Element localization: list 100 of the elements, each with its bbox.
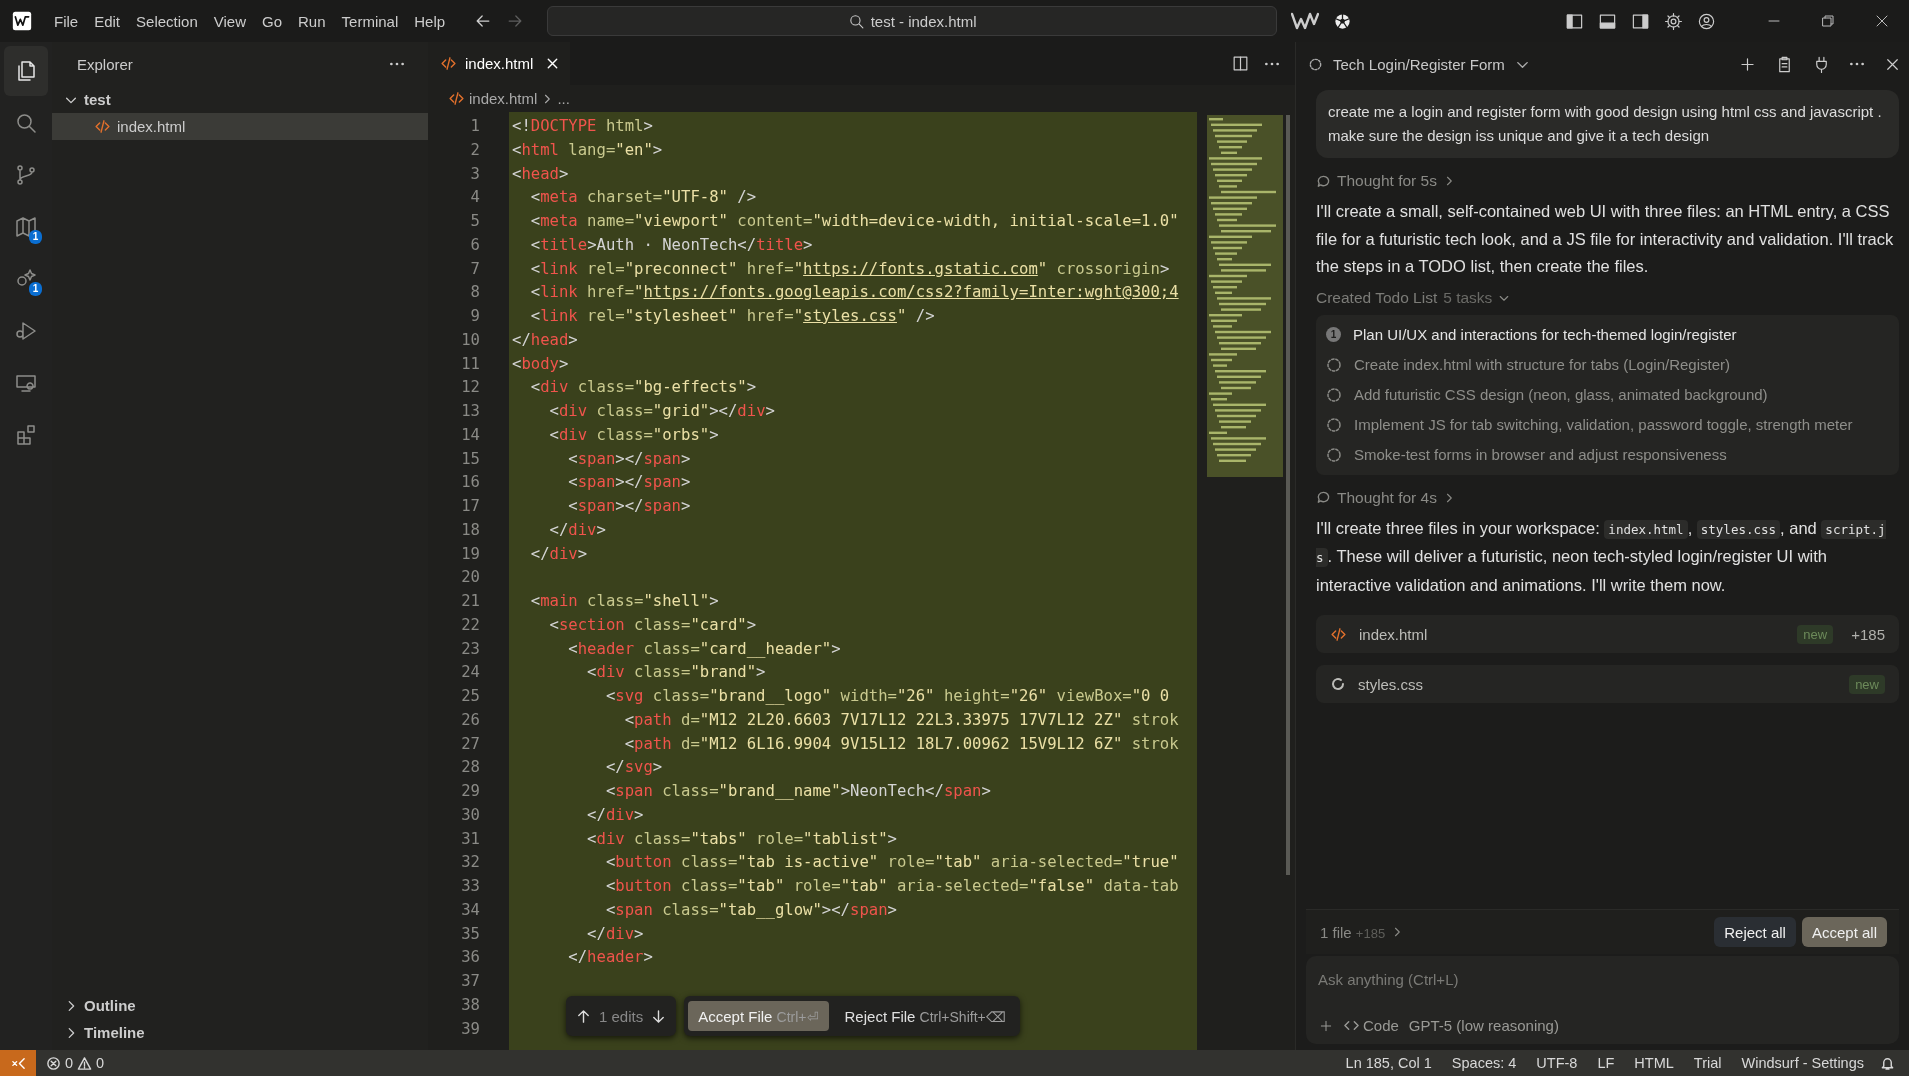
command-search-field[interactable]: test - index.html	[547, 6, 1278, 36]
tree-item[interactable]: index.html	[52, 113, 428, 140]
new-badge: new	[1797, 624, 1834, 644]
line-number: 7	[469, 258, 481, 280]
todo-list-toggle[interactable]: Created Todo List 5 tasks	[1316, 288, 1899, 307]
code-line: <svg class="brand__logo" width="26" height="26" viewBox="0 0	[604, 686, 1171, 707]
remote-icon	[10, 1055, 26, 1071]
menu-item[interactable]: Edit	[86, 8, 129, 34]
reject-all-button[interactable]: Reject all	[1714, 917, 1796, 947]
scrollbar-thumb[interactable]	[1286, 115, 1290, 875]
line-number: 17	[460, 496, 481, 517]
count-badge: 1	[29, 230, 42, 244]
activity-item[interactable]: 1	[4, 202, 48, 252]
account-icon[interactable]	[1697, 11, 1716, 31]
file-change-card[interactable]: index.html new +185	[1316, 615, 1899, 653]
line-number: 10	[460, 329, 481, 351]
conversation-title[interactable]: Tech Login/Register Form	[1333, 55, 1505, 73]
status-item[interactable]: LF	[1587, 1055, 1625, 1071]
line-number: 27	[460, 733, 481, 755]
code-line: </div>	[586, 923, 645, 945]
model-selector[interactable]: GPT-5 (low reasoning)	[1408, 1017, 1559, 1034]
code-line: <div class="orbs">	[548, 424, 720, 446]
bell-icon[interactable]	[1880, 1055, 1895, 1071]
edit-count: 1 edits	[599, 1007, 644, 1025]
split-editor-icon[interactable]	[1231, 54, 1250, 73]
close-icon[interactable]	[1874, 13, 1890, 29]
line-number: 4	[469, 187, 481, 209]
w-logo-icon[interactable]	[1291, 11, 1320, 31]
line-number: 1	[469, 116, 481, 137]
breadcrumb-item[interactable]: ...	[557, 90, 570, 107]
reject-file-button[interactable]: Reject File Ctrl+Shift+⌫	[834, 1001, 1016, 1031]
code-line: <span></span>	[567, 472, 692, 494]
code-icon	[1344, 1018, 1359, 1033]
line-number: 8	[469, 282, 481, 304]
todo-item: Add futuristic CSS design (neon, glass, animated background)	[1354, 384, 1768, 405]
problems-indicator[interactable]: 0 0	[36, 1055, 115, 1071]
editor-tab[interactable]: index.html	[428, 42, 571, 85]
status-item[interactable]: UTF-8	[1526, 1055, 1588, 1071]
thought-toggle[interactable]: Thought for 5s	[1316, 172, 1899, 190]
menu-item[interactable]: Selection	[128, 8, 206, 34]
down-arrow-icon[interactable]	[651, 1008, 667, 1024]
chat-input-box[interactable]: Ask anything (Ctrl+L) Code GPT-5 (low reasoning)	[1306, 956, 1899, 1044]
status-item[interactable]: Windsurf - Settings	[1731, 1055, 1874, 1071]
line-number: 3	[469, 163, 481, 185]
status-item[interactable]: Ln 185, Col 1	[1335, 1055, 1442, 1071]
line-number: 2	[469, 139, 481, 161]
code-line: <body>	[512, 353, 570, 375]
activity-item[interactable]	[4, 46, 48, 96]
activity-item[interactable]: 1	[4, 254, 48, 304]
line-number: 16	[460, 472, 481, 494]
code-line: <link rel="stylesheet" href="styles.css" />	[529, 306, 936, 327]
menu-item[interactable]: View	[205, 8, 254, 34]
settings-icon[interactable]	[1664, 11, 1683, 31]
section-header[interactable]: Timeline	[52, 1019, 428, 1046]
code-file-icon	[440, 55, 457, 72]
line-number: 13	[460, 401, 481, 422]
line-number: 20	[460, 567, 481, 589]
todo-item: Plan UI/UX and interactions for tech-themed login/register	[1353, 324, 1737, 345]
new-badge: new	[1849, 674, 1885, 694]
code-line: <header class="card__header">	[567, 638, 842, 660]
menu-item[interactable]: Terminal	[333, 8, 407, 34]
accept-all-button[interactable]: Accept all	[1801, 917, 1887, 947]
minimap-drawing[interactable]	[1207, 115, 1283, 477]
map-icon	[14, 215, 38, 239]
menu-item[interactable]: File	[46, 8, 87, 34]
code-line: <div class="grid"></div>	[548, 401, 776, 422]
menu-item[interactable]: Help	[406, 8, 454, 34]
menu-item[interactable]: Run	[290, 8, 334, 34]
line-number: 15	[460, 448, 481, 470]
status-item[interactable]: Trial	[1683, 1055, 1732, 1071]
thought-toggle[interactable]: Thought for 4s	[1316, 488, 1899, 507]
line-count: +185	[1851, 625, 1885, 643]
search-icon	[847, 12, 865, 30]
menu-item[interactable]: Go	[254, 8, 290, 34]
line-number: 26	[460, 709, 481, 731]
line-number: 34	[460, 899, 481, 921]
changed-files-toggle[interactable]: 1 file +185	[1320, 923, 1386, 941]
breadcrumb-item[interactable]: index.html	[469, 90, 538, 107]
code-line: <title>Auth · NeonTech</title>	[529, 234, 814, 256]
ball-icon[interactable]	[1333, 11, 1353, 31]
step-number-badge: 1	[1326, 326, 1341, 342]
todo-item: Smoke-test forms in browser and adjust responsiveness	[1354, 444, 1727, 465]
line-number: 36	[460, 947, 481, 969]
app-logo-icon	[12, 11, 32, 31]
line-number: 6	[469, 234, 481, 256]
file-change-card[interactable]: styles.css new	[1316, 665, 1899, 703]
status-item[interactable]: HTML	[1624, 1055, 1684, 1071]
status-item[interactable]: Spaces: 4	[1441, 1055, 1527, 1071]
line-number: 30	[460, 804, 481, 826]
mode-selector[interactable]: Code	[1344, 1017, 1399, 1034]
warning-icon	[77, 1055, 93, 1071]
code-line: <meta charset="UTF-8" />	[529, 187, 758, 209]
remote-button[interactable]	[0, 1050, 36, 1076]
restore-icon[interactable]	[1820, 13, 1836, 29]
loading-icon	[1308, 56, 1323, 72]
section-header[interactable]: Outline	[52, 992, 428, 1019]
folder-item[interactable]: test	[52, 86, 428, 113]
accept-file-button[interactable]: Accept File Ctrl+⏎	[688, 1001, 829, 1031]
user-message: create me a login and register form with good design using html css and javascript . make sure the design iss unique and give it a tech design	[1316, 90, 1899, 158]
up-arrow-icon[interactable]	[576, 1008, 591, 1024]
